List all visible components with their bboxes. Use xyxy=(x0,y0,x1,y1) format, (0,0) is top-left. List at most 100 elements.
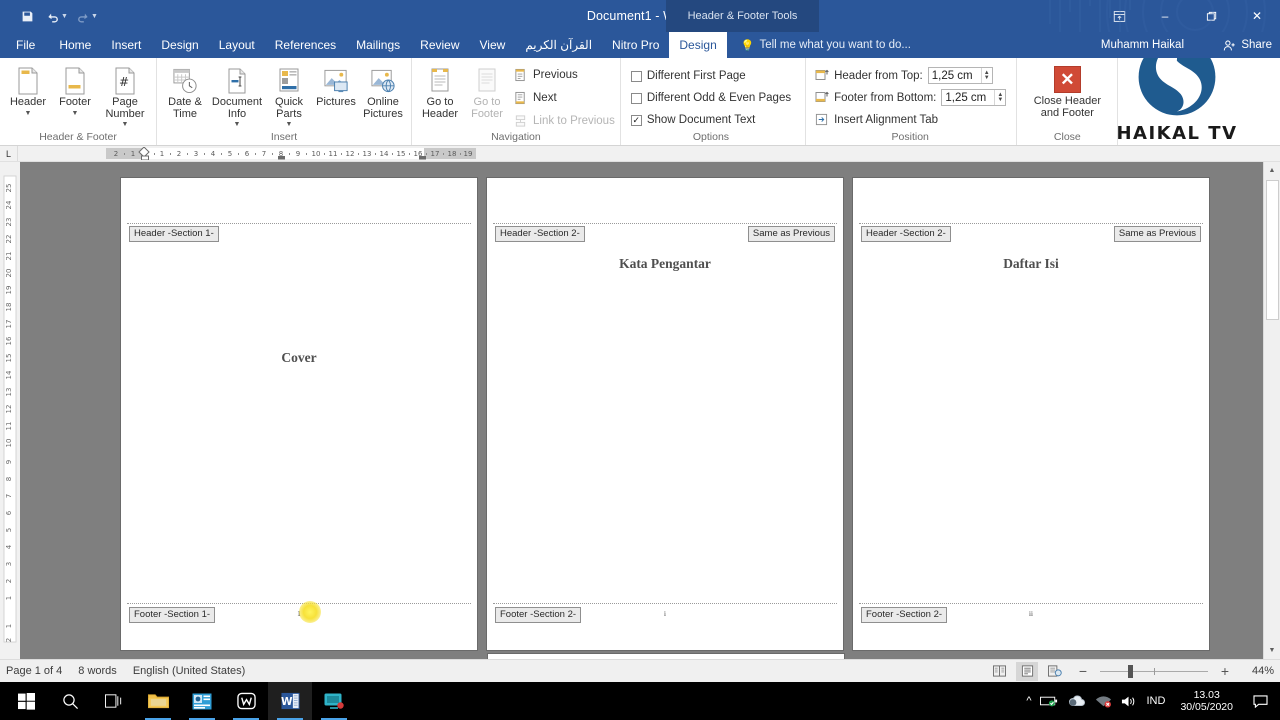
page-number-caret-icon[interactable]: ▼ xyxy=(122,121,129,128)
show-hidden-icons-chevron-icon[interactable]: ^ xyxy=(1026,695,1031,707)
different-odd-even-row[interactable]: Different Odd & Even Pages xyxy=(630,89,791,107)
page-3-header-tag[interactable]: Header -Section 2- xyxy=(861,226,951,242)
share-button[interactable]: Share xyxy=(1223,32,1272,58)
tell-me-search[interactable]: 💡 Tell me what you want to do... xyxy=(727,32,911,58)
restore-button[interactable] xyxy=(1188,0,1234,32)
footer-from-bottom-icon xyxy=(814,90,829,105)
page-2-header-tag[interactable]: Header -Section 2- xyxy=(495,226,585,242)
pages-canvas[interactable]: Header -Section 1- Cover Footer -Section… xyxy=(20,162,1263,659)
language-indicator[interactable]: IND xyxy=(1146,695,1165,707)
show-document-text-row[interactable]: ✓ Show Document Text xyxy=(630,111,755,129)
close-button[interactable]: ✕ xyxy=(1234,0,1280,32)
document-page-3[interactable]: Header -Section 2- Same as Previous Daft… xyxy=(853,178,1209,650)
search-icon[interactable] xyxy=(48,682,92,720)
page-1-header-tag[interactable]: Header -Section 1- xyxy=(129,226,219,242)
tab-references[interactable]: References xyxy=(265,32,346,58)
zoom-level-label[interactable]: 44% xyxy=(1242,665,1274,677)
zoom-out-button[interactable]: − xyxy=(1072,662,1094,681)
customize-qat-caret-icon[interactable]: ▼ xyxy=(91,13,98,20)
save-icon[interactable] xyxy=(14,4,40,28)
header-from-top-input[interactable] xyxy=(928,69,981,82)
document-info-caret-icon[interactable]: ▼ xyxy=(234,121,241,128)
different-first-page-row[interactable]: Different First Page xyxy=(630,67,746,85)
scroll-down-arrow-icon[interactable]: ▼ xyxy=(1264,642,1280,659)
network-offline-icon[interactable] xyxy=(1095,695,1112,708)
horizontal-ruler[interactable]: 21 123 456 789 10 11 12 13 14 15 16 17 18 19 xyxy=(106,147,476,160)
battery-icon[interactable] xyxy=(1040,695,1059,707)
tab-insert[interactable]: Insert xyxy=(101,32,151,58)
vertical-ruler[interactable]: 2 1 1 2 3 4 5 6 7 8 9 10 11 12 13 14 15 … xyxy=(0,162,20,659)
footer-from-bottom-arrows[interactable]: ▲ ▼ xyxy=(994,90,1005,105)
pictures-button[interactable]: Pictures xyxy=(313,61,359,109)
tab-quran[interactable]: القرآن الكريم xyxy=(515,32,602,58)
recorder-icon[interactable] xyxy=(312,682,356,720)
zoom-slider-knob[interactable] xyxy=(1128,664,1133,678)
web-layout-icon[interactable] xyxy=(1044,662,1066,681)
page-3-title: Daftar Isi xyxy=(1003,256,1059,271)
svg-text:19: 19 xyxy=(464,150,473,158)
ribbon-display-options-icon[interactable] xyxy=(1096,0,1142,32)
print-layout-icon[interactable] xyxy=(1016,661,1038,681)
tab-header-footer-design[interactable]: Design xyxy=(669,32,727,58)
online-pictures-button[interactable]: Online Pictures xyxy=(360,61,406,120)
folder-icon[interactable] xyxy=(136,682,180,720)
w-icon[interactable] xyxy=(224,682,268,720)
tab-file[interactable]: File xyxy=(0,32,49,58)
different-first-page-checkbox[interactable] xyxy=(630,70,642,82)
quick-parts-button[interactable]: Quick Parts ▼ xyxy=(266,61,312,128)
header-from-top-spinner[interactable]: ▲▼ xyxy=(927,67,993,84)
tab-nitro-pro[interactable]: Nitro Pro xyxy=(602,32,669,58)
media-icon[interactable] xyxy=(180,682,224,720)
show-document-text-checkbox[interactable]: ✓ xyxy=(630,114,642,126)
cloud-icon[interactable] xyxy=(1068,695,1086,707)
group-title-insert: Insert xyxy=(270,131,298,143)
quick-parts-caret-icon[interactable]: ▼ xyxy=(286,121,293,128)
header-button[interactable]: Header ▼ xyxy=(5,61,51,117)
header-from-top-arrows[interactable]: ▲ ▼ xyxy=(980,68,992,83)
tab-stop-selector[interactable]: L xyxy=(0,146,18,161)
date-time-button[interactable]: Date & Time xyxy=(162,61,208,120)
previous-button[interactable]: Previous xyxy=(513,64,615,85)
tab-mailings[interactable]: Mailings xyxy=(346,32,410,58)
volume-icon[interactable] xyxy=(1121,695,1137,708)
footer-from-bottom-input[interactable] xyxy=(942,91,995,104)
insert-alignment-tab-row[interactable]: Insert Alignment Tab xyxy=(814,110,938,129)
footer-from-bottom-spinner[interactable]: ▲▼ xyxy=(941,89,1007,106)
notification-icon[interactable] xyxy=(1248,694,1272,708)
vertical-scrollbar-thumb[interactable] xyxy=(1266,180,1279,320)
read-mode-icon[interactable] xyxy=(988,662,1010,681)
footer-caret-icon[interactable]: ▼ xyxy=(72,110,79,117)
tab-view[interactable]: View xyxy=(470,32,516,58)
word-count[interactable]: 8 words xyxy=(78,665,117,677)
document-page-1[interactable]: Header -Section 1- Cover Footer -Section… xyxy=(121,178,477,650)
vertical-scrollbar[interactable]: ▲ ▼ xyxy=(1263,162,1280,659)
tab-layout[interactable]: Layout xyxy=(209,32,265,58)
windows-icon[interactable] xyxy=(4,682,48,720)
zoom-slider[interactable] xyxy=(1100,664,1208,678)
footer-button[interactable]: Footer ▼ xyxy=(52,61,98,117)
scroll-up-arrow-icon[interactable]: ▲ xyxy=(1264,162,1280,179)
tab-review[interactable]: Review xyxy=(410,32,469,58)
header-caret-icon[interactable]: ▼ xyxy=(25,110,32,117)
word-icon[interactable]: W xyxy=(268,682,312,720)
undo-dropdown-caret-icon[interactable]: ▼ xyxy=(61,13,68,20)
minimize-button[interactable]: – xyxy=(1142,0,1188,32)
page-number-button[interactable]: # Page Number ▼ xyxy=(99,61,151,128)
tab-design[interactable]: Design xyxy=(151,32,208,58)
clock[interactable]: 13.03 30/05/2020 xyxy=(1174,689,1239,713)
next-button[interactable]: Next xyxy=(513,87,615,108)
account-name[interactable]: Muhamm Haikal xyxy=(1101,32,1184,58)
document-page-4-partial[interactable] xyxy=(488,654,844,659)
page-indicator[interactable]: Page 1 of 4 xyxy=(6,665,62,677)
zoom-in-button[interactable]: + xyxy=(1214,662,1236,681)
tab-home[interactable]: Home xyxy=(49,32,101,58)
go-to-header-button[interactable]: Go to Header xyxy=(417,61,463,120)
different-odd-even-checkbox[interactable] xyxy=(630,92,642,104)
close-header-and-footer-button[interactable]: ✕ Close Header and Footer xyxy=(1027,61,1107,119)
document-page-2[interactable]: Header -Section 2- Same as Previous Kata… xyxy=(487,178,843,650)
task-view-icon[interactable] xyxy=(92,682,136,720)
document-info-button[interactable]: Document Info ▼ xyxy=(209,61,265,128)
language-indicator[interactable]: English (United States) xyxy=(133,665,246,677)
svg-text:19: 19 xyxy=(5,286,13,295)
svg-text:5: 5 xyxy=(5,528,13,532)
